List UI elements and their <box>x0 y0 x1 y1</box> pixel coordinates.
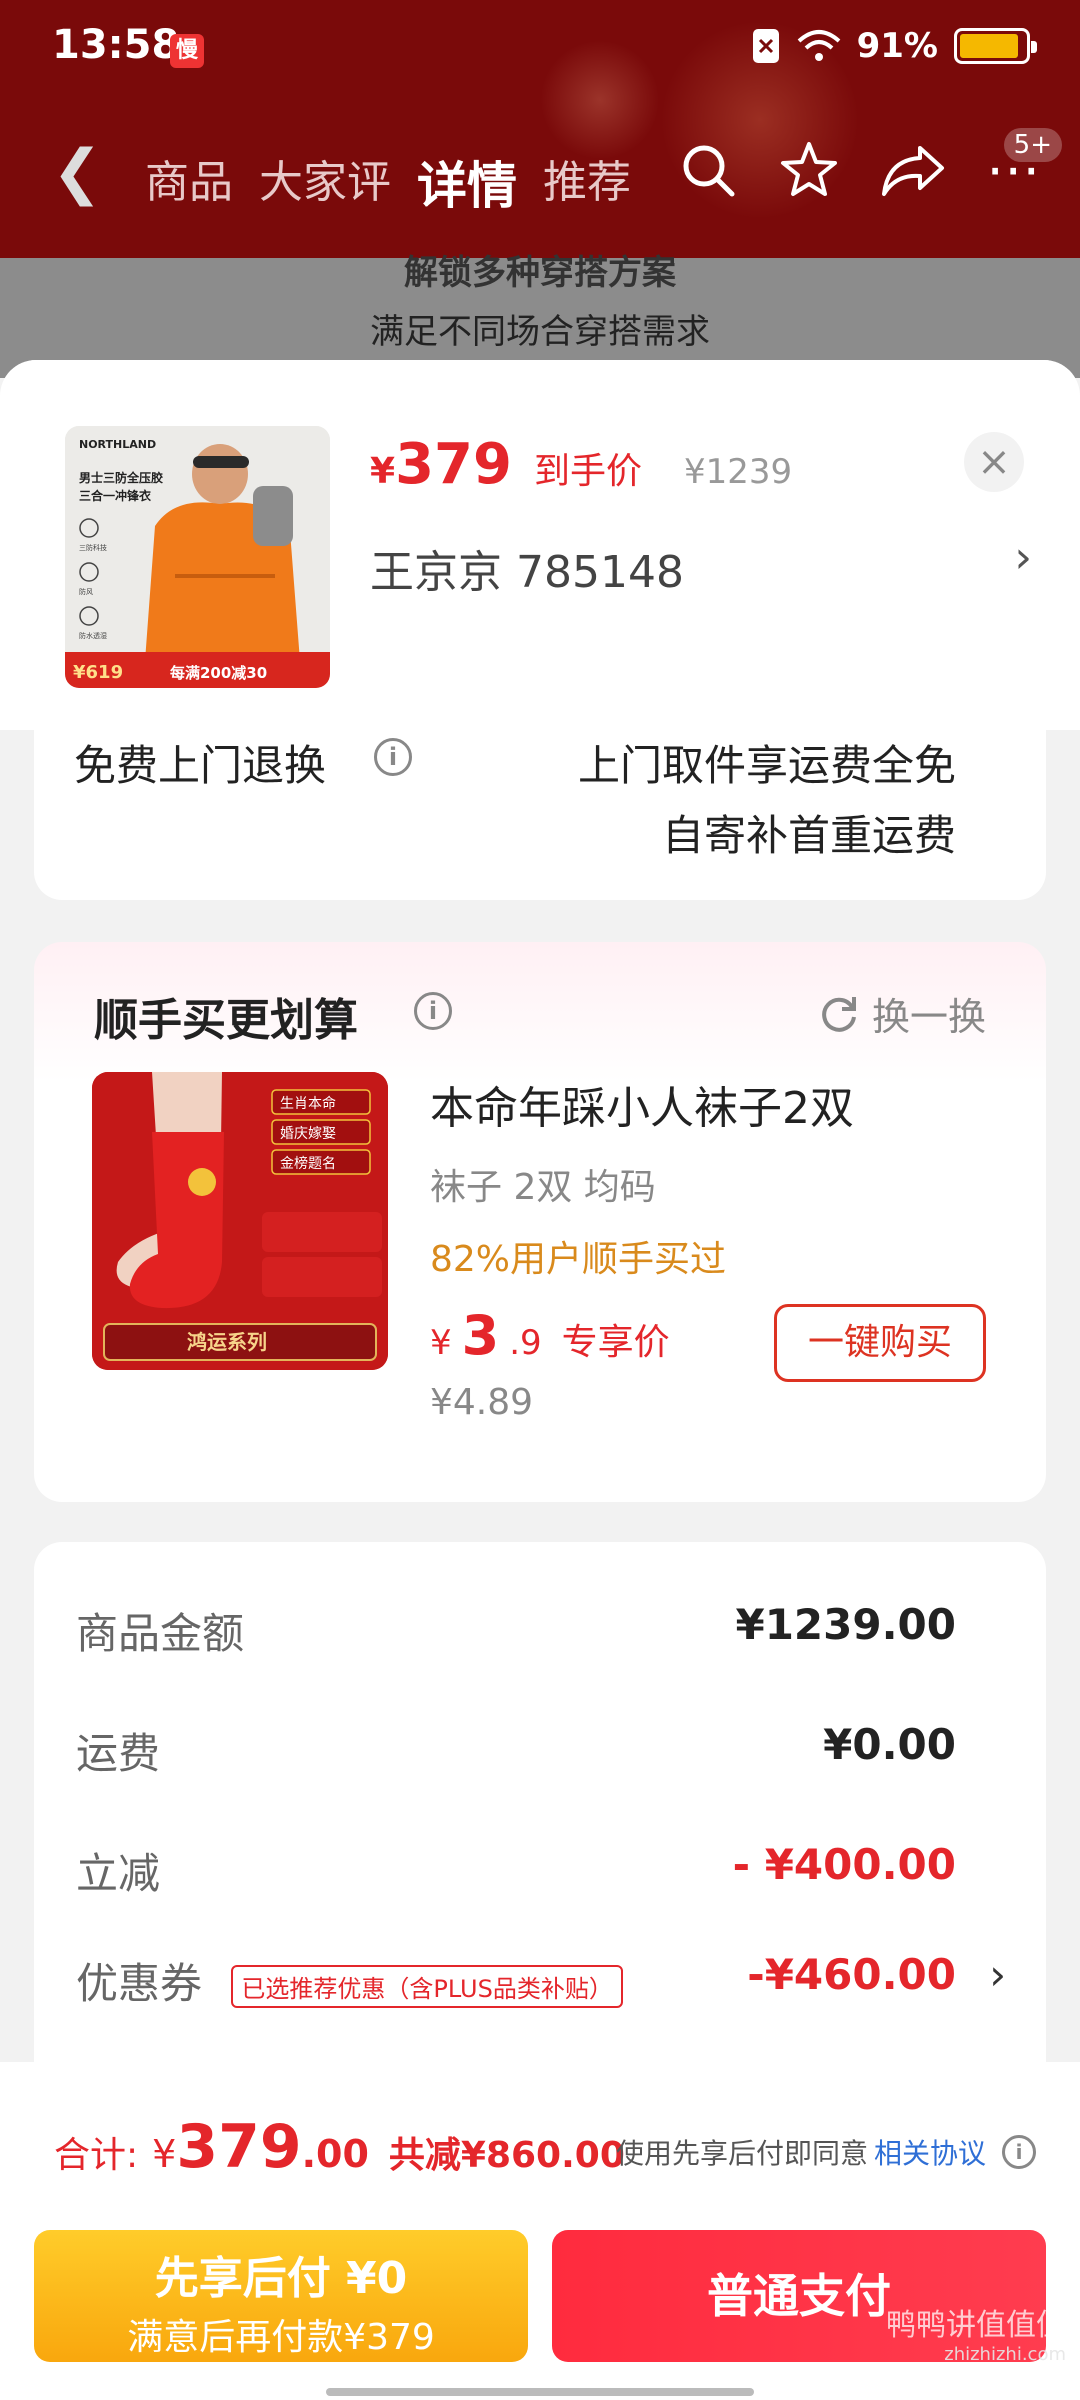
more-badge: 5+ <box>1003 128 1062 162</box>
summary-value: ¥0.00 <box>823 1720 956 1769</box>
thumb-promo-text: 每满200减30 <box>170 664 267 682</box>
thumb-brand: NORTHLAND <box>79 438 156 451</box>
thumb-feature-3: 防水透湿 <box>79 631 107 640</box>
product-thumbnail[interactable]: NORTHLAND 男士三防全压胶 三合一冲锋衣 三防科技 防风 防水透湿 ¥6… <box>65 426 330 688</box>
total-saved: 共减¥860.00 <box>388 2135 625 2176</box>
upsell-old-price: ¥4.89 <box>430 1382 534 1423</box>
price-row: ¥379 到手价 ¥1239 <box>370 432 792 497</box>
thumb-feature-1: 三防科技 <box>79 543 107 552</box>
wifi-icon <box>797 30 840 61</box>
search-icon[interactable] <box>678 140 738 200</box>
chevron-right-icon[interactable]: › <box>1014 532 1032 583</box>
summary-value: -¥460.00 <box>747 1950 956 1999</box>
total-label: 合计: <box>54 2135 139 2176</box>
close-icon[interactable]: × <box>964 432 1024 492</box>
upsell-item-name[interactable]: 本命年踩小人袜子2双 <box>430 1072 854 1136</box>
product-header: NORTHLAND 男士三防全压胶 三合一冲锋衣 三防科技 防风 防水透湿 ¥6… <box>0 360 1080 730</box>
return-service-line-1: 上门取件享运费全免 <box>577 741 956 790</box>
summary-row-subtotal: 商品金额 ¥1239.00 <box>76 1600 956 1661</box>
summary-label: 立减 <box>76 1849 161 1898</box>
upsell-bought-rate: 82%用户顺手买过 <box>430 1239 727 1280</box>
thumb-title-1: 男士三防全压胶 <box>79 470 163 485</box>
agreement-link[interactable]: 相关协议 <box>874 2132 986 2172</box>
summary-row-coupon[interactable]: 优惠券 已选推荐优惠（含PLUS品类补贴） -¥460.00 › <box>76 1950 1006 2011</box>
refresh-icon <box>822 996 856 1032</box>
total-amount: 379 <box>176 2112 302 2182</box>
jacket-image: NORTHLAND 男士三防全压胶 三合一冲锋衣 三防科技 防风 防水透湿 ¥6… <box>65 426 330 688</box>
socks-image: 生肖本命 婚庆嫁娶 金榜题名 鸿运系列 <box>92 1072 388 1370</box>
chevron-right-icon: › <box>989 1950 1006 1999</box>
battery-icon <box>954 28 1037 64</box>
upsell-card: 顺手买更划算 i 换一换 生肖本命 婚庆嫁娶 金榜题名 鸿运系列 本命年踩小人袜… <box>34 942 1046 1502</box>
back-icon[interactable]: ❮ <box>52 142 102 202</box>
top-header: 13:58 慢 91% ❮ 商品 大家评 详情 推荐 ⋯ 5+ <box>0 0 1080 258</box>
product-nav: ❮ 商品 大家评 详情 推荐 ⋯ 5+ <box>0 120 1080 230</box>
order-total: 合计: ¥ 379 .00 共减¥860.00 <box>54 2112 625 2182</box>
pay-later-button[interactable]: 先享后付 ¥0 满意后再付款¥379 <box>34 2230 528 2362</box>
watermark-site: zhizhizhi.com <box>944 2344 1066 2365</box>
tab-product[interactable]: 商品 <box>145 146 233 218</box>
app-notification-icon: 慢 <box>170 34 204 68</box>
agreement-notice: 使用先享后付即同意 相关协议 i <box>616 2132 1036 2172</box>
upsell-title: 顺手买更划算 <box>94 995 358 1046</box>
tab-details[interactable]: 详情 <box>417 146 517 218</box>
upsell-series: 鸿运系列 <box>187 1330 267 1354</box>
one-click-buy-button[interactable]: 一键购买 <box>774 1304 986 1382</box>
upsell-thumbnail[interactable]: 生肖本命 婚庆嫁娶 金榜题名 鸿运系列 <box>92 1072 388 1370</box>
swap-label: 换一换 <box>871 995 986 1039</box>
background-subheading: 满足不同场合穿搭需求 <box>370 312 710 352</box>
info-icon[interactable]: i <box>1002 2135 1036 2169</box>
upsell-price-label: 专享价 <box>561 1322 670 1363</box>
upsell-tag-3: 金榜题名 <box>280 1155 336 1172</box>
upsell-spec: 袜子 2双 均码 <box>430 1167 656 1208</box>
watermark: 鸭鸭讲值值值 zhizhizhi.com <box>886 2300 1066 2365</box>
tab-recommend[interactable]: 推荐 <box>543 146 631 218</box>
summary-row-shipping: 运费 ¥0.00 <box>76 1720 956 1781</box>
sim-icon <box>752 29 779 63</box>
final-price: ¥379 <box>370 432 512 497</box>
home-indicator[interactable] <box>326 2388 754 2396</box>
thumb-promo-price: ¥619 <box>73 662 123 683</box>
upsell-tag-1: 生肖本命 <box>280 1095 336 1112</box>
info-icon[interactable]: i <box>414 992 452 1030</box>
coupon-tag: 已选推荐优惠（含PLUS品类补贴） <box>231 1965 623 2008</box>
summary-value: - ¥400.00 <box>732 1840 956 1889</box>
final-price-label: 到手价 <box>533 451 642 492</box>
agreement-text: 使用先享后付即同意 <box>615 2137 868 2170</box>
status-bar: 13:58 慢 91% <box>0 0 1080 100</box>
status-time: 13:58 <box>52 22 180 68</box>
thumb-feature-2: 防风 <box>79 587 93 596</box>
upsell-tag-2: 婚庆嫁娶 <box>280 1126 336 1142</box>
info-icon[interactable]: i <box>374 738 412 776</box>
upsell-price: ¥3.9 专享价 <box>430 1304 670 1367</box>
summary-label: 运费 <box>76 1729 161 1778</box>
share-icon[interactable] <box>880 142 946 198</box>
summary-value: ¥1239.00 <box>735 1600 956 1649</box>
background-heading: 解锁多种穿搭方案 <box>404 253 676 293</box>
return-service-card: 免费上门退换 i 上门取件享运费全免 自寄补首重运费 <box>34 720 1046 900</box>
watermark-text: 鸭鸭讲值值值 <box>886 2308 1066 2343</box>
pay-later-title: 先享后付 ¥0 <box>154 2253 408 2304</box>
swap-button[interactable]: 换一换 <box>818 986 986 1041</box>
tab-reviews[interactable]: 大家评 <box>259 146 391 218</box>
summary-row-discount: 立减 - ¥400.00 <box>76 1840 956 1901</box>
thumb-title-2: 三合一冲锋衣 <box>79 488 151 503</box>
summary-label: 商品金额 <box>76 1609 245 1658</box>
star-icon[interactable] <box>778 139 840 201</box>
return-service-line-2: 自寄补首重运费 <box>661 811 956 860</box>
shipping-address[interactable]: 王京京 785148 <box>370 536 684 600</box>
pay-later-subtitle: 满意后再付款¥379 <box>127 2317 435 2358</box>
battery-percent: 91% <box>856 26 938 66</box>
original-price: ¥1239 <box>683 452 793 492</box>
summary-label: 优惠券 <box>76 1959 203 2008</box>
return-service-title: 免费上门退换 <box>74 741 327 790</box>
nav-tabs: 商品 大家评 详情 推荐 <box>145 146 631 218</box>
